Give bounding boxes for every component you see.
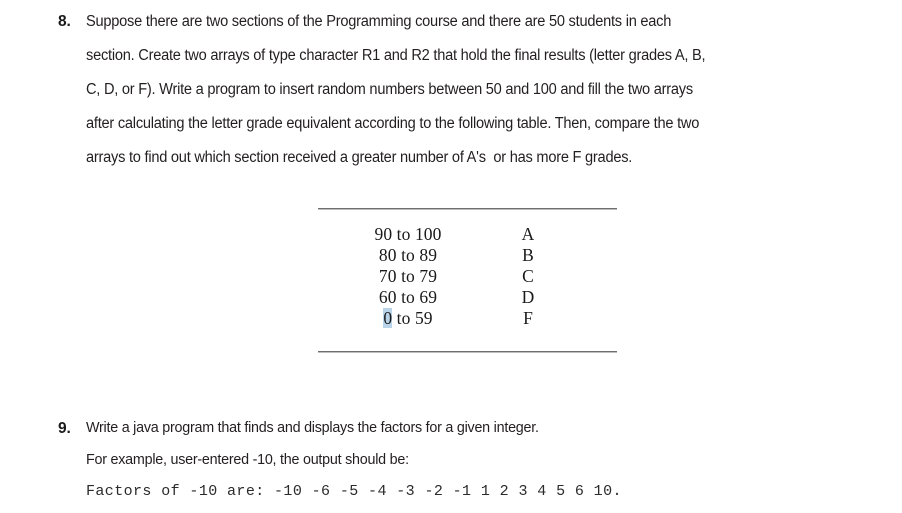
- question-9: 9. Write a java program that finds and d…: [58, 412, 858, 508]
- question-9-line-1: Write a java program that finds and disp…: [86, 419, 539, 436]
- question-9-number: 9.: [58, 420, 71, 437]
- grade-range-cell: 60 to 69: [378, 287, 438, 307]
- question-9-body: Write a java program that finds and disp…: [86, 412, 858, 508]
- grade-table-bottom-rule: [318, 351, 617, 353]
- grade-range-text: to 59: [392, 308, 433, 328]
- table-row: 90 to 100 A: [318, 224, 617, 245]
- question-9-output-line: Factors of -10 are: -10 -6 -5 -4 -3 -2 -…: [86, 483, 622, 500]
- grade-letter-cell: A: [521, 224, 535, 244]
- document-page: 8. Suppose there are two sections of the…: [0, 0, 902, 513]
- grade-range-cell: 0 to 59: [318, 308, 498, 329]
- grade-table-rows: 90 to 100 A 80 to 89 B 70 to 79 C 60 to …: [318, 210, 617, 351]
- question-8-line-5: arrays to find out which section receive…: [86, 149, 633, 166]
- question-8: 8. Suppose there are two sections of the…: [58, 5, 858, 175]
- table-row: 0 to 59 F: [318, 308, 617, 329]
- grade-range-cell: 80 to 89: [378, 245, 438, 265]
- question-8-line-1: Suppose there are two sections of the Pr…: [86, 13, 672, 30]
- question-8-line-4: after calculating the letter grade equiv…: [86, 115, 700, 132]
- grade-letter-cell: B: [522, 245, 534, 265]
- grade-letter-cell: F: [523, 308, 533, 328]
- question-8-body: Suppose there are two sections of the Pr…: [86, 5, 858, 175]
- grade-range-cell: 70 to 79: [378, 266, 438, 286]
- question-8-number: 8.: [58, 13, 71, 30]
- table-row: 80 to 89 B: [318, 245, 617, 266]
- grade-letter-cell: D: [521, 287, 535, 307]
- table-row: 60 to 69 D: [318, 287, 617, 308]
- question-9-line-2: For example, user-entered -10, the outpu…: [86, 451, 409, 468]
- table-row: 70 to 79 C: [318, 266, 617, 287]
- grade-letter-cell: C: [522, 266, 534, 286]
- grade-range-cell: 90 to 100: [374, 224, 442, 244]
- question-8-line-3: C, D, or F). Write a program to insert r…: [86, 81, 693, 98]
- question-8-line-2: section. Create two arrays of type chara…: [86, 47, 706, 64]
- grade-table: 90 to 100 A 80 to 89 B 70 to 79 C 60 to …: [318, 208, 617, 353]
- selected-text-highlight: 0: [383, 308, 393, 328]
